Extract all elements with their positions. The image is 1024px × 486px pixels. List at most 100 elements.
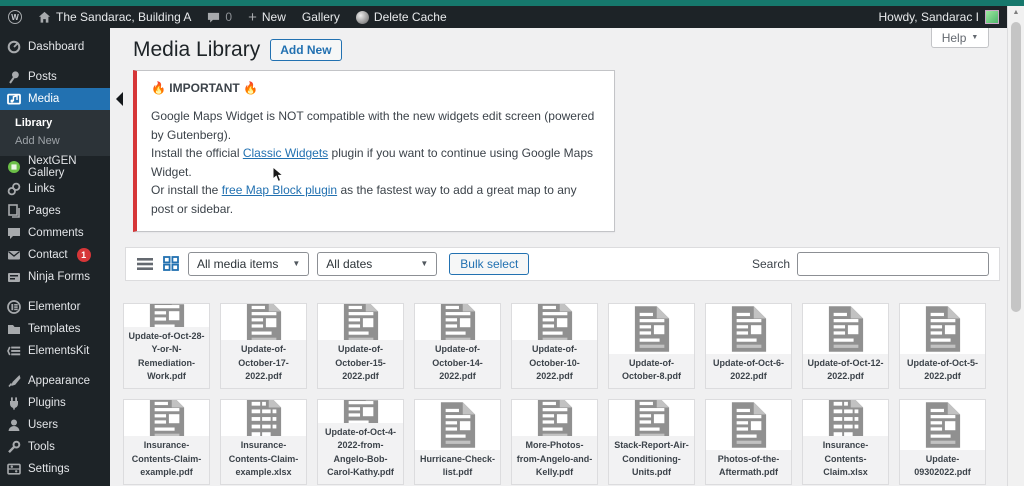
sidebar-label: Pages xyxy=(28,205,61,217)
sidebar-item-dashboard[interactable]: Dashboard xyxy=(0,36,110,58)
media-item[interactable]: Stack-Report-Air-Conditioning-Units.pdf xyxy=(608,399,695,485)
media-item[interactable]: More-Photos-from-Angelo-and-Kelly.pdf xyxy=(511,399,598,485)
sidebar-label: Users xyxy=(28,419,58,431)
comments-count: 0 xyxy=(225,10,232,24)
pdf-document-icon xyxy=(124,400,209,437)
dashboard-icon xyxy=(7,40,21,54)
media-type-filter-select[interactable]: All media items ▼ xyxy=(188,252,309,276)
sidebar-item-media[interactable]: Media xyxy=(0,88,110,110)
media-item[interactable]: Photos-of-the-Aftermath.pdf xyxy=(705,399,792,485)
sidebar-item-elementor[interactable]: Elementor xyxy=(0,296,110,318)
new-content-menu[interactable]: + New xyxy=(240,6,294,28)
sidebar-label: Appearance xyxy=(28,375,90,387)
sidebar-label: Elementor xyxy=(28,301,80,313)
media-item[interactable]: Update-of-Oct-5-2022.pdf xyxy=(899,303,986,389)
sidebar-label: Links xyxy=(28,183,55,195)
media-item[interactable]: Update-of-October-17-2022.pdf xyxy=(220,303,307,389)
pdf-document-icon xyxy=(318,400,403,423)
media-item[interactable]: Update-of-October-14-2022.pdf xyxy=(414,303,501,389)
comments-menu[interactable]: 0 xyxy=(199,6,240,28)
scrollbar-thumb[interactable] xyxy=(1011,22,1021,312)
media-item-filename: Stack-Report-Air-Conditioning-Units.pdf xyxy=(609,436,694,484)
user-avatar[interactable] xyxy=(985,10,999,24)
notice-line-2: Install the official Classic Widgets plu… xyxy=(151,144,600,181)
list-view-button[interactable] xyxy=(136,256,154,272)
form-icon xyxy=(7,270,21,284)
spreadsheet-icon xyxy=(221,400,306,437)
help-dropdown[interactable]: Help ▼ xyxy=(931,28,989,48)
help-label: Help xyxy=(942,31,967,45)
pdf-document-icon xyxy=(900,400,985,450)
pdf-document-icon xyxy=(900,304,985,354)
grid-view-button[interactable] xyxy=(162,256,180,272)
media-item[interactable]: Insurance-Contents-Claim-example.pdf xyxy=(123,399,210,485)
sidebar-item-users[interactable]: Users xyxy=(0,414,110,436)
sidebar-item-templates[interactable]: Templates xyxy=(0,318,110,340)
map-block-plugin-link[interactable]: free Map Block plugin xyxy=(222,183,337,197)
media-item[interactable]: Update-of-Oct-12-2022.pdf xyxy=(802,303,889,389)
sidebar-item-tools[interactable]: Tools xyxy=(0,436,110,458)
submenu-item-library[interactable]: Library xyxy=(0,114,110,132)
media-item[interactable]: Update-of-Oct-6-2022.pdf xyxy=(705,303,792,389)
media-item[interactable]: Update-of-Oct-28-Y-or-N-Remediation-Work… xyxy=(123,303,210,389)
howdy-menu[interactable]: Howdy, Sandarac I xyxy=(879,10,980,24)
notice-line-1: Google Maps Widget is NOT compatible wit… xyxy=(151,107,600,144)
search-label: Search xyxy=(752,257,790,271)
media-item[interactable]: Insurance-Contents-Claim-example.xlsx xyxy=(220,399,307,485)
notice-heading: 🔥 IMPORTANT 🔥 xyxy=(151,81,600,95)
classic-widgets-link[interactable]: Classic Widgets xyxy=(243,146,328,160)
delete-cache-icon xyxy=(356,11,369,24)
list-view-icon xyxy=(137,257,153,271)
sidebar-item-plugins[interactable]: Plugins xyxy=(0,392,110,414)
top-accent-strip xyxy=(0,0,1024,6)
site-name-menu[interactable]: The Sandarac, Building A xyxy=(30,6,199,28)
sidebar-label: NextGEN Gallery xyxy=(28,155,104,179)
sidebar-item-links[interactable]: Links xyxy=(0,178,110,200)
media-item[interactable]: Update-of-October-10-2022.pdf xyxy=(511,303,598,389)
plug-icon xyxy=(7,396,21,410)
media-item[interactable]: Update-of-Oct-4-2022-from-Angelo-Bob-Car… xyxy=(317,399,404,485)
add-new-button[interactable]: Add New xyxy=(270,39,341,61)
date-filter-select[interactable]: All dates ▼ xyxy=(317,252,437,276)
bulk-select-button[interactable]: Bulk select xyxy=(449,253,529,275)
pdf-document-icon xyxy=(415,400,500,450)
media-item[interactable]: Insurance-Contents-Claim.xlsx xyxy=(802,399,889,485)
pdf-document-icon xyxy=(415,304,500,341)
sidebar-label: Dashboard xyxy=(28,41,84,53)
sidebar-item-posts[interactable]: Posts xyxy=(0,66,110,88)
pdf-document-icon xyxy=(221,304,306,341)
sidebar-item-contact[interactable]: Contact 1 xyxy=(0,244,110,266)
search-input[interactable] xyxy=(797,252,989,276)
scrollbar-up-arrow-icon[interactable]: ▲ xyxy=(1008,6,1024,18)
date-filter-value: All dates xyxy=(326,257,372,271)
home-icon xyxy=(38,11,51,24)
wp-logo-menu[interactable]: W xyxy=(0,6,30,28)
sidebar-item-appearance[interactable]: Appearance xyxy=(0,370,110,392)
sidebar-item-ninja-forms[interactable]: Ninja Forms xyxy=(0,266,110,288)
delete-cache-menu[interactable]: Delete Cache xyxy=(348,6,455,28)
media-item[interactable]: Update-of-October-15-2022.pdf xyxy=(317,303,404,389)
sidebar-item-elementskit[interactable]: ElementsKit xyxy=(0,340,110,362)
media-item[interactable]: Hurricane-Check-list.pdf xyxy=(414,399,501,485)
folder-icon xyxy=(7,322,21,336)
sidebar-item-settings[interactable]: Settings xyxy=(0,458,110,480)
gallery-menu[interactable]: Gallery xyxy=(294,6,348,28)
media-item-filename: Hurricane-Check-list.pdf xyxy=(415,450,500,484)
pdf-document-icon xyxy=(124,304,209,327)
page-scrollbar[interactable]: ▲ xyxy=(1007,6,1024,486)
pages-icon xyxy=(7,204,21,218)
sidebar-item-nextgen-gallery[interactable]: NextGEN Gallery xyxy=(0,156,110,178)
media-item[interactable]: Update-09302022.pdf xyxy=(899,399,986,485)
pushpin-icon xyxy=(7,70,21,84)
sidebar-item-pages[interactable]: Pages xyxy=(0,200,110,222)
media-item-filename: Update-of-Oct-12-2022.pdf xyxy=(803,354,888,388)
howdy-text: Howdy, Sandarac I xyxy=(879,10,980,24)
sidebar-label: ElementsKit xyxy=(28,345,89,357)
media-submenu: Library Add New xyxy=(0,110,110,156)
media-item-filename: Insurance-Contents-Claim.xlsx xyxy=(803,436,888,484)
admin-bar: W The Sandarac, Building A 0 + New Galle… xyxy=(0,6,1007,28)
wrench-icon xyxy=(7,440,21,454)
sidebar-item-comments[interactable]: Comments xyxy=(0,222,110,244)
submenu-item-add-new[interactable]: Add New xyxy=(0,132,110,150)
media-item[interactable]: Update-of-October-8.pdf xyxy=(608,303,695,389)
